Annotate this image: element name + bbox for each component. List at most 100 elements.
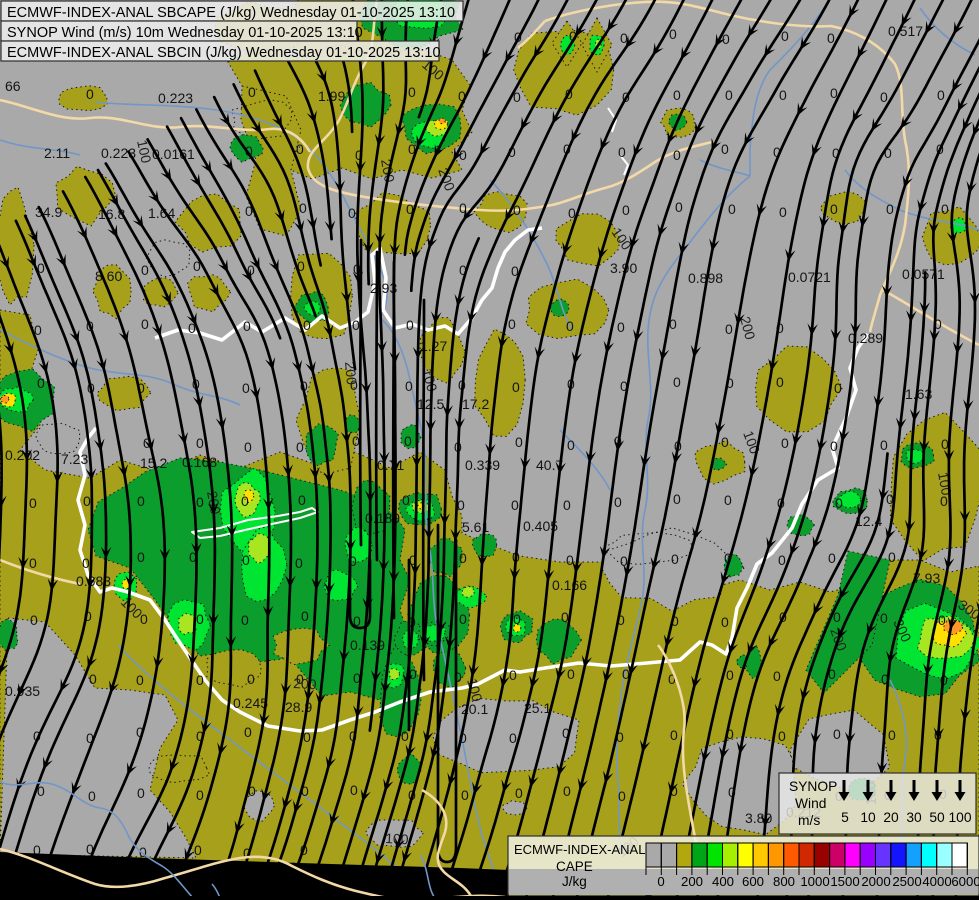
svg-text:0: 0 (352, 433, 360, 449)
svg-text:6000: 6000 (951, 874, 979, 889)
svg-text:0: 0 (244, 724, 252, 740)
svg-text:0: 0 (303, 317, 311, 333)
svg-text:0: 0 (778, 728, 786, 744)
svg-text:0: 0 (622, 202, 630, 218)
svg-text:0: 0 (779, 87, 787, 103)
svg-text:0: 0 (880, 89, 888, 105)
svg-text:0: 0 (242, 380, 250, 396)
svg-text:0: 0 (242, 552, 250, 568)
svg-text:0: 0 (726, 667, 734, 683)
svg-text:0: 0 (196, 672, 204, 688)
svg-text:0: 0 (721, 141, 729, 157)
svg-text:0.339: 0.339 (465, 457, 500, 473)
svg-text:0: 0 (567, 437, 575, 453)
svg-text:Wind: Wind (795, 796, 826, 811)
svg-text:0: 0 (29, 555, 37, 571)
svg-text:0: 0 (617, 319, 625, 335)
svg-text:0: 0 (671, 551, 679, 567)
svg-text:600: 600 (742, 874, 764, 889)
svg-text:5: 5 (841, 810, 849, 825)
svg-text:0: 0 (888, 549, 896, 565)
svg-text:0: 0 (241, 612, 249, 628)
svg-text:0: 0 (244, 439, 252, 455)
svg-text:0: 0 (657, 874, 664, 889)
svg-text:0: 0 (88, 788, 96, 804)
svg-text:ECMWF-INDEX-ANAL SBCIN (J/kg): ECMWF-INDEX-ANAL SBCIN (J/kg) Wednesday … (7, 45, 441, 61)
svg-text:0: 0 (675, 199, 683, 215)
svg-text:0: 0 (196, 611, 204, 627)
svg-text:0: 0 (724, 492, 732, 508)
svg-text:0: 0 (408, 84, 416, 100)
svg-text:0.0571: 0.0571 (902, 266, 945, 282)
svg-text:2000: 2000 (861, 874, 890, 889)
svg-text:0: 0 (301, 608, 309, 624)
svg-text:0.71: 0.71 (377, 457, 404, 473)
svg-text:0: 0 (566, 318, 574, 334)
svg-text:0: 0 (86, 86, 94, 102)
svg-text:0.0721: 0.0721 (788, 269, 831, 285)
svg-text:0: 0 (721, 434, 729, 450)
svg-text:0: 0 (461, 787, 469, 803)
svg-text:0: 0 (835, 495, 843, 511)
svg-text:0: 0 (404, 433, 412, 449)
svg-text:0: 0 (406, 317, 414, 333)
svg-text:2.11: 2.11 (44, 145, 70, 161)
svg-text:400: 400 (712, 874, 734, 889)
svg-text:0: 0 (563, 783, 571, 799)
svg-text:0: 0 (725, 321, 733, 337)
svg-text:7.23: 7.23 (61, 451, 88, 467)
svg-text:0: 0 (82, 555, 90, 571)
svg-text:0: 0 (566, 552, 574, 568)
svg-text:0: 0 (405, 378, 413, 394)
svg-text:0: 0 (137, 549, 145, 565)
svg-text:0.517: 0.517 (888, 23, 923, 39)
svg-text:0: 0 (459, 550, 467, 566)
svg-text:0: 0 (141, 262, 149, 278)
svg-text:0: 0 (83, 493, 91, 509)
svg-text:0: 0 (618, 144, 626, 160)
svg-text:17.2: 17.2 (462, 396, 489, 412)
svg-text:0: 0 (670, 727, 678, 743)
svg-text:0: 0 (728, 201, 736, 217)
svg-text:0.166: 0.166 (552, 577, 587, 593)
svg-text:0: 0 (673, 374, 681, 390)
svg-text:0: 0 (296, 141, 304, 157)
svg-text:0: 0 (241, 493, 249, 509)
svg-text:4000: 4000 (922, 874, 951, 889)
svg-text:0: 0 (827, 30, 835, 46)
svg-text:0: 0 (673, 491, 681, 507)
svg-text:0: 0 (137, 785, 145, 801)
svg-text:0: 0 (298, 492, 306, 508)
svg-text:2500: 2500 (892, 874, 921, 889)
svg-text:1000: 1000 (800, 874, 829, 889)
svg-text:m/s: m/s (798, 813, 820, 828)
svg-text:50: 50 (929, 810, 945, 825)
svg-text:20: 20 (883, 810, 899, 825)
svg-text:0: 0 (888, 727, 896, 743)
svg-text:0: 0 (196, 494, 204, 510)
svg-text:0.289: 0.289 (848, 330, 883, 346)
svg-text:0: 0 (509, 667, 517, 683)
svg-text:0: 0 (299, 200, 307, 216)
svg-text:0: 0 (137, 493, 145, 509)
svg-text:0: 0 (295, 555, 303, 571)
svg-text:0: 0 (880, 610, 888, 626)
svg-text:0: 0 (778, 552, 786, 568)
svg-text:0: 0 (773, 668, 781, 684)
svg-text:0: 0 (725, 87, 733, 103)
svg-text:0: 0 (350, 782, 358, 798)
svg-text:SYNOP Wind (m/s) 10m Wednesday: SYNOP Wind (m/s) 10m Wednesday 01-10-202… (7, 25, 363, 41)
svg-text:0: 0 (459, 611, 467, 627)
svg-text:ECMWF-INDEX-ANAL: ECMWF-INDEX-ANAL (514, 842, 645, 857)
svg-text:0: 0 (941, 201, 949, 217)
svg-text:0: 0 (511, 497, 519, 513)
svg-text:0: 0 (937, 87, 945, 103)
svg-text:0: 0 (781, 435, 789, 451)
svg-text:0: 0 (567, 666, 575, 682)
svg-text:0: 0 (834, 380, 842, 396)
svg-text:200: 200 (342, 361, 360, 386)
svg-text:ECMWF-INDEX-ANAL SBCAPE (J/kg): ECMWF-INDEX-ANAL SBCAPE (J/kg) Wednesday… (7, 5, 455, 21)
svg-text:0: 0 (296, 439, 304, 455)
svg-text:0: 0 (618, 788, 626, 804)
svg-text:0: 0 (563, 497, 571, 513)
